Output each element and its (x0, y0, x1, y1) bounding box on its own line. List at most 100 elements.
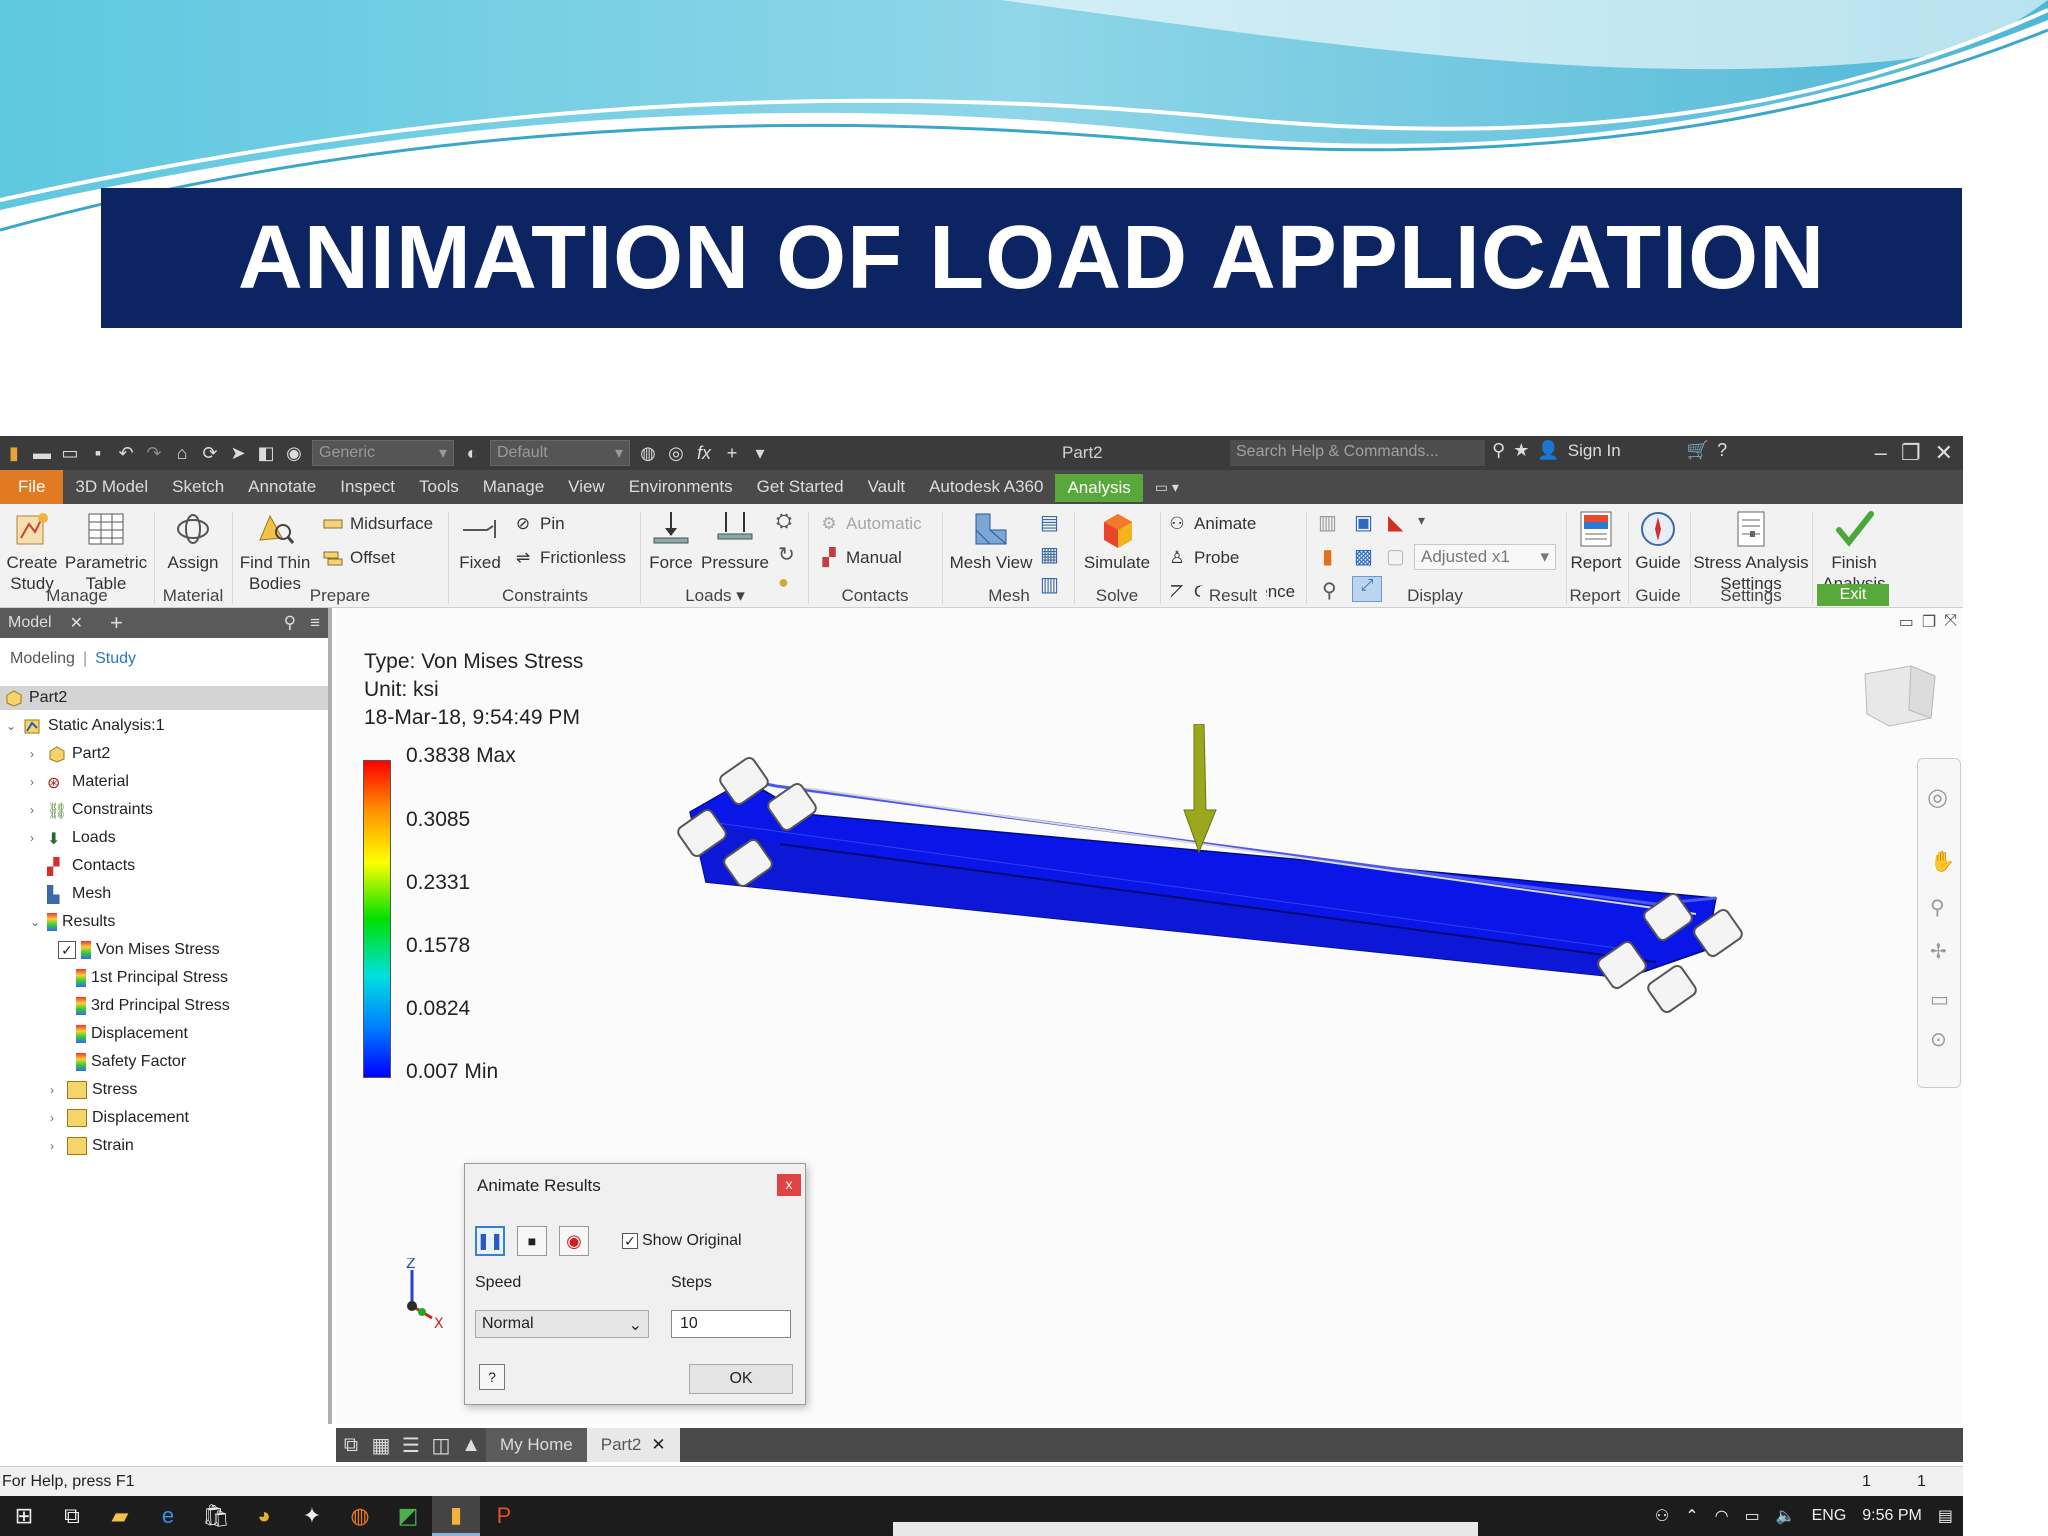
probe-button[interactable]: ♙ Probe (1166, 548, 1239, 568)
search-icon[interactable]: ⚲ (284, 613, 296, 633)
arrange-horizontal-icon[interactable]: ☰ (396, 1433, 426, 1458)
show-original-checkbox[interactable]: ✓ Show Original (622, 1232, 742, 1250)
restore-icon[interactable]: ❐ (1922, 612, 1936, 632)
bearing-load-icon[interactable]: ⛭ (776, 510, 792, 533)
expand-icon[interactable]: › (30, 747, 42, 761)
volume-icon[interactable]: 🔈 (1776, 1506, 1796, 1526)
tree-node-safety-factor[interactable]: Safety Factor (76, 1050, 186, 1074)
frictionless-constraint-button[interactable]: ⇌ Frictionless (512, 548, 626, 568)
force-arrow[interactable] (1176, 724, 1222, 854)
close-browser-icon[interactable]: ✕ (70, 613, 83, 633)
tab-vault[interactable]: Vault (856, 470, 918, 504)
plus-icon[interactable]: + (718, 441, 746, 465)
tree-node-contacts[interactable]: ▞ Contacts (30, 854, 135, 878)
save-icon[interactable]: ▪ (84, 441, 112, 465)
mesh-settings-icon[interactable]: ▤ (1040, 510, 1059, 535)
steering-wheel-icon[interactable]: ◎ (1927, 783, 1948, 812)
tab-annotate[interactable]: Annotate (236, 470, 328, 504)
local-mesh-icon[interactable]: ▦ (1040, 542, 1059, 567)
expand-icon[interactable]: › (30, 831, 42, 845)
ribbon-toggle-icon[interactable]: ▭ ▾ (1143, 470, 1191, 504)
stop-button[interactable]: ■ (517, 1226, 547, 1256)
finish-analysis-button[interactable]: Finish Analysis (1816, 508, 1892, 594)
appearance-combo[interactable]: Default ▾ (490, 440, 630, 466)
collapse-icon[interactable]: ⌄ (30, 915, 42, 929)
arrange-vertical-icon[interactable]: ◫ (426, 1433, 456, 1458)
app-icon[interactable]: ◩ (384, 1496, 432, 1536)
adjust-appearance-icon[interactable]: ◍ (634, 441, 662, 465)
file-explorer-icon[interactable]: ▰ (96, 1496, 144, 1536)
tab-file[interactable]: File (0, 470, 64, 504)
parametric-table-button[interactable]: Parametric Table (64, 508, 148, 594)
force-load-button[interactable]: Force (646, 508, 696, 573)
animate-button[interactable]: ⚇ Animate (1166, 514, 1256, 534)
speed-select[interactable]: Normal ⌄ (475, 1310, 649, 1338)
close-icon[interactable]: ✕ (1935, 440, 1953, 466)
tab-view[interactable]: View (556, 470, 617, 504)
dialog-close-button[interactable]: x (777, 1174, 801, 1196)
chrome-icon[interactable]: ◕ (240, 1496, 288, 1536)
record-button[interactable]: ◉ (559, 1226, 589, 1256)
tree-node-constraints[interactable]: › ⛓ Constraints (30, 798, 153, 822)
binoculars-icon[interactable]: ⚲ (1492, 440, 1505, 461)
select-icon[interactable]: ➤ (224, 441, 252, 465)
create-study-button[interactable]: Create Study (4, 508, 60, 594)
report-button[interactable]: Report (1568, 508, 1624, 573)
customize-icon[interactable]: ▾ (746, 441, 774, 465)
mesh-display-icon[interactable]: ⤢ (1352, 576, 1382, 602)
tree-node-von-mises-stress[interactable]: ✓ Von Mises Stress (58, 938, 220, 962)
study-view-link[interactable]: Study (95, 650, 136, 668)
store-icon[interactable]: 🛍 (192, 1496, 240, 1536)
guide-button[interactable]: Guide (1632, 508, 1684, 573)
expand-icon[interactable]: › (30, 803, 42, 817)
display-boundary-icon[interactable]: ▥ (1318, 510, 1337, 535)
tree-node-mesh[interactable]: ▙ Mesh (30, 882, 111, 906)
tree-node-loads[interactable]: › ⬇ Loads (30, 826, 116, 850)
tab-analysis[interactable]: Analysis (1055, 474, 1143, 502)
material-combo[interactable]: Generic ▾ (312, 440, 454, 466)
panel-loads-label[interactable]: Loads ▾ (680, 586, 750, 606)
tree-node-part[interactable]: Part2 (0, 686, 328, 710)
redo-icon[interactable]: ↷ (140, 441, 168, 465)
globe-icon[interactable]: ◉ (280, 441, 308, 465)
windows-start-icon[interactable]: ⊞ (0, 1496, 48, 1536)
steps-input[interactable]: 10 (671, 1310, 791, 1338)
moment-load-icon[interactable]: ↻ (778, 542, 795, 567)
tab-sketch[interactable]: Sketch (160, 470, 236, 504)
pause-button[interactable]: ❚❚ (475, 1226, 505, 1256)
midsurface-button[interactable]: Midsurface (322, 514, 433, 534)
search-help-input[interactable]: Search Help & Commands... (1230, 440, 1485, 466)
app-logo-icon[interactable]: ▮ (0, 441, 28, 465)
display-dropdown-icon[interactable]: ▾ (1418, 512, 1425, 529)
battery-icon[interactable]: ▭ (1745, 1506, 1760, 1526)
tab-environments[interactable]: Environments (617, 470, 745, 504)
menu-icon[interactable]: ≡ (310, 613, 320, 633)
browser-tab-model[interactable]: Model (8, 614, 52, 632)
fx-icon[interactable]: fx (690, 441, 718, 465)
collapse-icon[interactable]: ⌄ (6, 719, 18, 733)
stress-analysis-settings-button[interactable]: Stress Analysis Settings (1692, 508, 1810, 594)
inventor-taskbar-icon[interactable]: ▮ (432, 1496, 480, 1536)
max-value-icon[interactable]: ◣ (1388, 510, 1403, 535)
find-thin-bodies-button[interactable]: Find Thin Bodies (236, 508, 314, 594)
network-icon[interactable]: ◠ (1715, 1506, 1729, 1526)
modeling-view-link[interactable]: Modeling (10, 650, 75, 668)
tab-3d-model[interactable]: 3D Model (63, 470, 160, 504)
tile-icon[interactable]: ▦ (366, 1433, 396, 1458)
task-view-icon[interactable]: ⧉ (48, 1496, 96, 1536)
pin-constraint-button[interactable]: ⊘ Pin (512, 514, 565, 534)
mesh-view-button[interactable]: Mesh View (948, 508, 1034, 573)
manual-contacts-button[interactable]: ▞ Manual (818, 548, 901, 568)
tree-node-3rd-principal-stress[interactable]: 3rd Principal Stress (76, 994, 230, 1018)
color-bar-icon[interactable]: ▣ (1354, 510, 1373, 535)
expand-icon[interactable]: › (50, 1111, 62, 1125)
new-file-icon[interactable]: ▬ (28, 441, 56, 465)
fit-icon[interactable]: ⊙ (1930, 1027, 1947, 1052)
tree-node-displacement-result[interactable]: Displacement (76, 1022, 188, 1046)
star-icon[interactable]: ★ (1513, 440, 1529, 461)
home-icon[interactable]: ⌂ (168, 441, 196, 465)
tree-node-static-analysis[interactable]: ⌄ Static Analysis:1 (6, 714, 165, 738)
simulate-button[interactable]: Simulate (1078, 508, 1156, 573)
minimize-icon[interactable]: – (1875, 440, 1887, 466)
cascade-icon[interactable]: ⧉ (336, 1434, 366, 1457)
